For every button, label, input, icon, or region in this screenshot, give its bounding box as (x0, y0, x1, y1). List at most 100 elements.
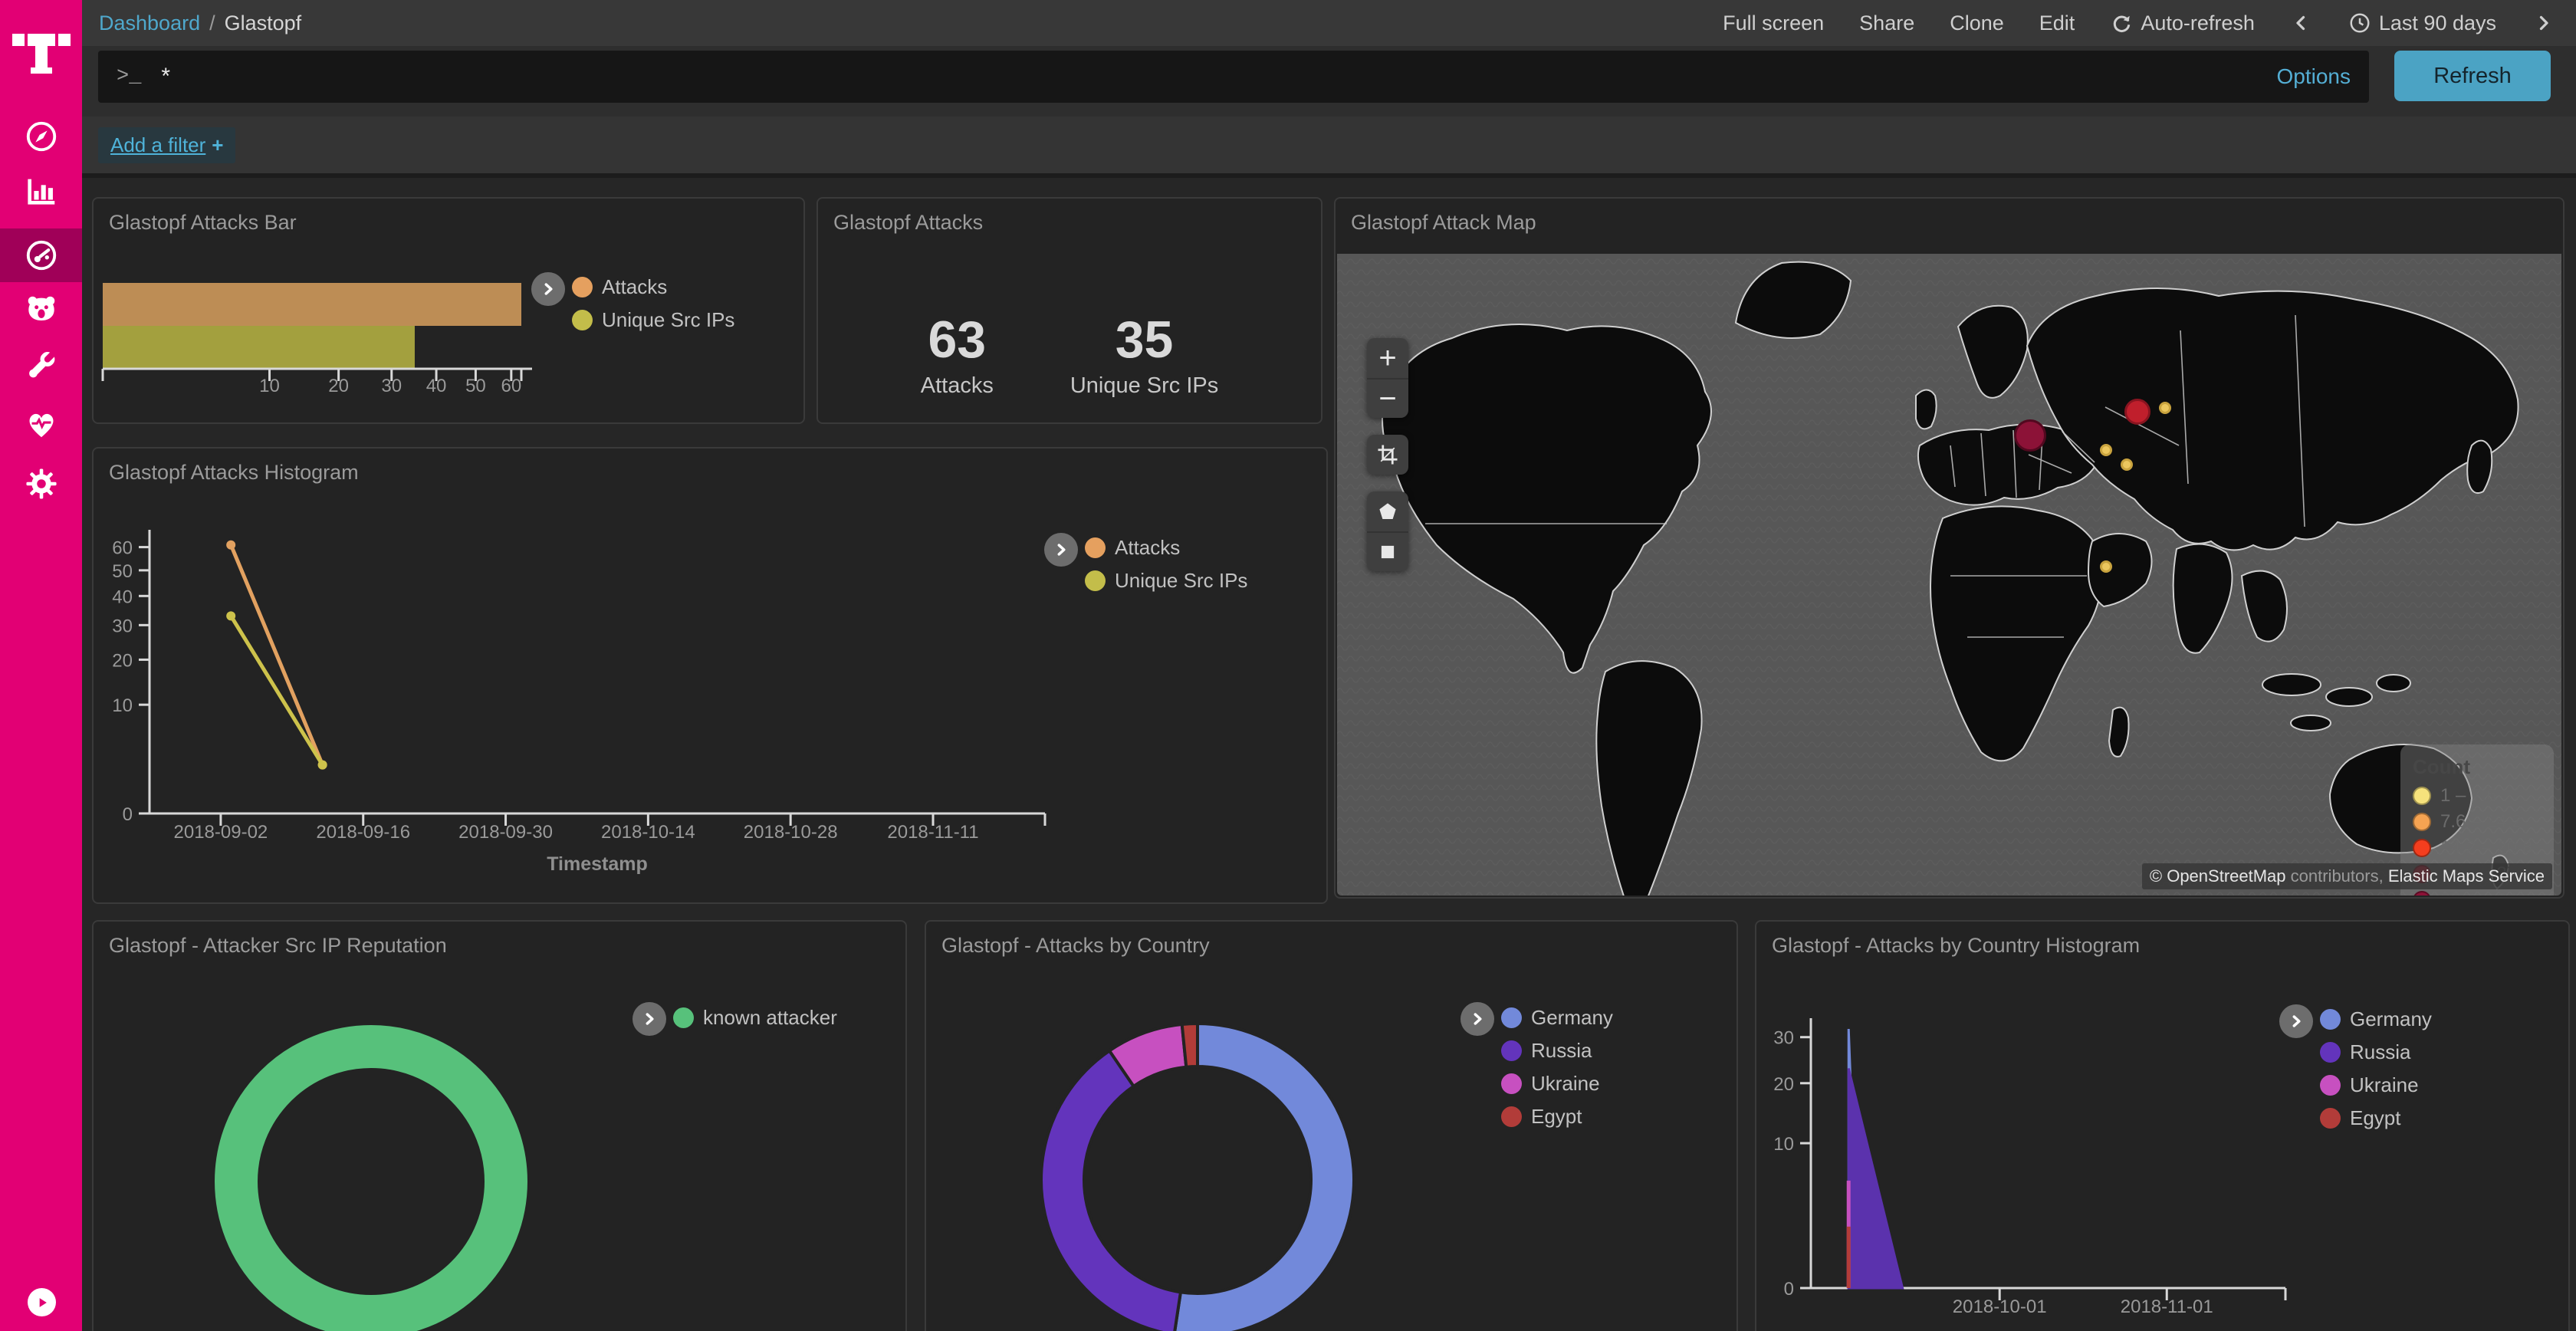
sidebar-item-devtools[interactable] (0, 340, 82, 393)
legend-item[interactable]: Egypt (1501, 1105, 1613, 1129)
panel-attacks-by-country: Glastopf - Attacks by Country GermanyRus… (925, 920, 1738, 1331)
map-legend-dot (2413, 839, 2431, 857)
elastic-maps-service-link[interactable]: Elastic Maps Service (2388, 866, 2545, 886)
sidebar-item-discover[interactable] (0, 110, 82, 163)
svg-text:0: 0 (1784, 1279, 1794, 1300)
refresh-cycle-icon (2110, 12, 2133, 35)
legend-toggle-button[interactable] (632, 1002, 666, 1036)
bar-chart-icon (24, 173, 59, 209)
legend-item[interactable]: Ukraine (1501, 1072, 1613, 1096)
map-legend-title: Count (2413, 755, 2542, 779)
sidebar-item-management[interactable] (0, 457, 82, 511)
svg-text:30: 30 (381, 376, 402, 396)
attacks-by-country-donut[interactable] (926, 922, 1737, 1331)
zoom-out-button[interactable]: − (1367, 378, 1408, 418)
sidebar-item-monitoring[interactable] (0, 397, 82, 451)
sidebar-item-dashboard[interactable] (0, 228, 82, 282)
legend-dot (1501, 1073, 1522, 1094)
crop-icon (1376, 443, 1399, 466)
attack-location-marker[interactable] (2100, 444, 2112, 456)
breadcrumb: Dashboard / Glastopf (99, 12, 301, 35)
legend-item[interactable]: Unique Src IPs (572, 308, 734, 332)
legend-toggle-button[interactable] (2279, 1004, 2313, 1038)
legend-item[interactable]: Russia (1501, 1039, 1613, 1063)
legend-label: Attacks (1115, 536, 1180, 560)
chevron-right-icon (2286, 1011, 2306, 1031)
panel-attacker-src-ip-reputation: Glastopf - Attacker Src IP Reputation kn… (92, 920, 907, 1331)
refresh-button[interactable]: Refresh (2394, 51, 2551, 101)
legend-dot (2320, 1075, 2341, 1096)
legend-item[interactable]: Attacks (1085, 536, 1247, 560)
kibana-dashboard: { "sidebar": { "items": [ {"id": "discov… (0, 0, 2576, 1331)
sidebar-item-timelion[interactable] (0, 282, 82, 336)
svg-text:60: 60 (112, 538, 133, 559)
legend-dot (1501, 1007, 1522, 1028)
attack-location-marker[interactable] (2121, 458, 2133, 471)
metric-unique-src-ips: 35 Unique Src IPs (1070, 314, 1218, 399)
breadcrumb-dashboard-link[interactable]: Dashboard (99, 12, 200, 35)
svg-text:20: 20 (1773, 1074, 1794, 1095)
attack-location-marker[interactable] (2014, 419, 2046, 452)
legend-label: Russia (2350, 1040, 2410, 1064)
attacks-histogram-chart[interactable]: 01020304050602018-09-022018-09-162018-09… (94, 449, 1326, 902)
legend-item[interactable]: Germany (2320, 1007, 2432, 1031)
zoom-in-button[interactable]: + (1367, 338, 1408, 378)
legend-toggle-button[interactable] (1460, 1002, 1494, 1036)
query-bar: >_ * Options Refresh (82, 46, 2576, 117)
legend-item[interactable]: known attacker (673, 1006, 837, 1030)
legend-toggle-button[interactable] (1044, 533, 1078, 567)
openstreetmap-link[interactable]: © OpenStreetMap (2150, 866, 2286, 886)
svg-text:10: 10 (1773, 1134, 1794, 1155)
country-histogram-chart[interactable]: 01020302018-10-012018-11-01Timestamp (1756, 922, 2568, 1331)
legend-item[interactable]: Russia (2320, 1040, 2432, 1064)
search-input[interactable]: >_ * Options (98, 51, 2369, 103)
map-controls: + − (1367, 338, 1408, 571)
legend-item[interactable]: Ukraine (2320, 1073, 2432, 1097)
svg-text:60: 60 (501, 376, 521, 396)
telekom-logo[interactable] (11, 14, 72, 90)
attack-location-marker[interactable] (2100, 560, 2112, 573)
svg-text:2018-11-11: 2018-11-11 (887, 822, 978, 843)
share-button[interactable]: Share (1859, 12, 1914, 35)
add-filter-button[interactable]: Add a filter+ (98, 127, 235, 163)
draw-polygon-button[interactable] (1367, 491, 1408, 531)
sidebar-expand-button[interactable] (28, 1288, 56, 1316)
clone-button[interactable]: Clone (1950, 12, 2004, 35)
time-back-button[interactable] (2290, 12, 2313, 35)
draw-rectangle-button[interactable] (1367, 531, 1408, 571)
attack-location-marker[interactable] (2159, 402, 2171, 414)
legend-dot (1501, 1106, 1522, 1127)
query-text[interactable]: * (161, 64, 2276, 90)
map-legend-dot (2413, 891, 2431, 896)
auto-refresh-button[interactable]: Auto-refresh (2110, 12, 2255, 35)
legend-dot (673, 1007, 694, 1028)
legend-dot (2320, 1108, 2341, 1129)
world-map[interactable]: + − (1337, 254, 2561, 896)
attack-location-marker[interactable] (2124, 399, 2150, 425)
legend-label: Ukraine (1531, 1072, 1600, 1096)
svg-text:2018-09-30: 2018-09-30 (458, 822, 553, 843)
src-ip-reputation-donut[interactable] (94, 922, 905, 1331)
breadcrumb-separator: / (209, 12, 215, 35)
edit-button[interactable]: Edit (2039, 12, 2075, 35)
sidebar-item-visualize[interactable] (0, 164, 82, 218)
map-legend-label: 1 – 7.6 (2440, 785, 2496, 807)
panel-glastopf-attacks-histogram: Glastopf Attacks Histogram 0102030405060… (92, 447, 1328, 904)
panel-glastopf-attacks-bar: Glastopf Attacks Bar 102030405060 Attack… (92, 197, 805, 424)
full-screen-button[interactable]: Full screen (1723, 12, 1824, 35)
legend-item[interactable]: Unique Src IPs (1085, 569, 1247, 593)
map-legend-dot (2413, 813, 2431, 831)
time-forward-button[interactable] (2532, 12, 2555, 35)
time-range-picker[interactable]: Last 90 days (2348, 12, 2496, 35)
legend-toggle-button[interactable] (531, 272, 565, 306)
legend-item[interactable]: Germany (1501, 1006, 1613, 1030)
map-legend-label: 7.6 – 14.2 (2440, 811, 2522, 833)
panel-attacks-by-country-histogram: Glastopf - Attacks by Country Histogram … (1755, 920, 2570, 1331)
wrench-icon (24, 349, 59, 384)
legend-item[interactable]: Attacks (572, 275, 734, 299)
metric-label: Attacks (921, 373, 994, 399)
options-link[interactable]: Options (2277, 64, 2351, 89)
legend-item[interactable]: Egypt (2320, 1106, 2432, 1130)
fit-data-bounds-button[interactable] (1367, 435, 1408, 475)
play-arrow-icon (34, 1295, 50, 1310)
